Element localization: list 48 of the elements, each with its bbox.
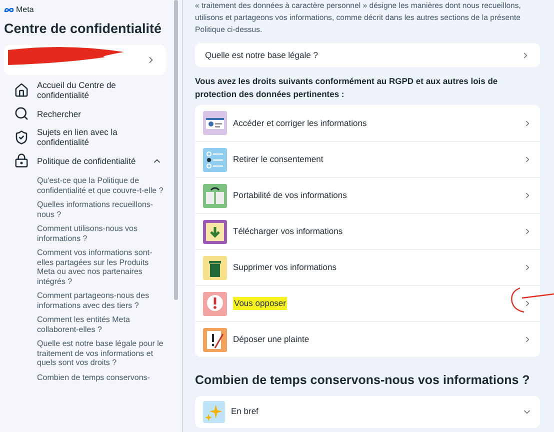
sidebar-title: Centre de confidentialité xyxy=(4,20,163,38)
lock-icon xyxy=(14,153,29,168)
chevron-right-icon xyxy=(523,299,532,308)
scrollbar-thumb[interactable] xyxy=(174,0,178,300)
meta-logo-icon xyxy=(4,7,14,13)
id-card-icon xyxy=(203,111,227,135)
policy-section-link[interactable]: Comment utilisons-nous vos informations ? xyxy=(37,224,164,244)
book-icon xyxy=(203,184,227,208)
search-icon xyxy=(14,106,29,122)
brand-name: Meta xyxy=(16,4,34,16)
rights-item[interactable]: Supprimer vos informations xyxy=(195,249,540,285)
rights-item[interactable]: Déposer une plainte xyxy=(195,321,540,357)
retention-heading: Combien de temps conservons-nous vos informations ? xyxy=(195,372,531,389)
summary-accordion[interactable]: En bref xyxy=(195,396,540,428)
shield-icon xyxy=(14,130,29,145)
legal-basis-link[interactable]: Quelle est notre base légale ? xyxy=(195,43,540,67)
chevron-right-icon xyxy=(523,118,532,128)
sidebar-item[interactable]: Sujets en lien avec la confidentialité xyxy=(4,127,166,148)
profile-card[interactable] xyxy=(4,45,166,76)
chevron-right-icon xyxy=(523,227,532,236)
chevron-right-icon xyxy=(523,155,532,164)
home-icon xyxy=(14,82,29,98)
policy-section-link[interactable]: Quelles informations recueillons-nous ? xyxy=(37,200,164,220)
exclamation-bubble-icon xyxy=(203,292,227,316)
chevron-right-icon xyxy=(521,50,530,60)
rights-item[interactable]: Accéder et corriger les informations xyxy=(195,105,540,141)
sidebar-item[interactable]: Accueil du Centre de confidentialité xyxy=(4,80,166,100)
rights-item[interactable]: Vous opposer xyxy=(195,285,540,321)
checklist-icon xyxy=(203,148,227,172)
download-folder-icon xyxy=(203,220,227,244)
rights-heading: Vous avez les droits suivants conformément au RGPD et aux autres lois de protection des données pertinentes : xyxy=(195,75,499,101)
sidebar-item[interactable]: Politique de confidentialité xyxy=(4,153,166,168)
chevron-right-icon xyxy=(523,263,532,272)
policy-section-link[interactable]: Comment partageons-nous des informations avec des tiers ? xyxy=(37,291,164,310)
sparkles-icon xyxy=(203,400,225,423)
policy-section-link[interactable]: Quelle est notre base légale pour le traitement de vos informations et quels sont vos droits ? xyxy=(37,339,164,368)
document-pen-icon xyxy=(203,328,227,352)
rights-item[interactable]: Télécharger vos informations xyxy=(195,213,540,249)
chevron-right-icon xyxy=(523,335,532,344)
policy-section-link[interactable]: Comment les entités Meta collaborent-elles ? xyxy=(37,315,164,334)
chevron-right-icon xyxy=(523,191,532,200)
policy-section-link[interactable]: Comment vos informations sont-elles partagées sur les Produits Meta ou avec nos partenaires intégrés ? xyxy=(37,248,164,286)
trash-icon xyxy=(203,256,227,280)
sidebar-item[interactable]: Rechercher xyxy=(4,106,166,122)
rights-item[interactable]: Portabilité de vos informations xyxy=(195,177,540,213)
policy-section-link[interactable]: Combien de temps conservons- xyxy=(37,372,164,382)
rights-item[interactable]: Retirer le consentement xyxy=(195,141,540,177)
policy-section-link[interactable]: Qu'est-ce que la Politique de confidentialité et que couvre-t-elle ? xyxy=(37,176,164,196)
